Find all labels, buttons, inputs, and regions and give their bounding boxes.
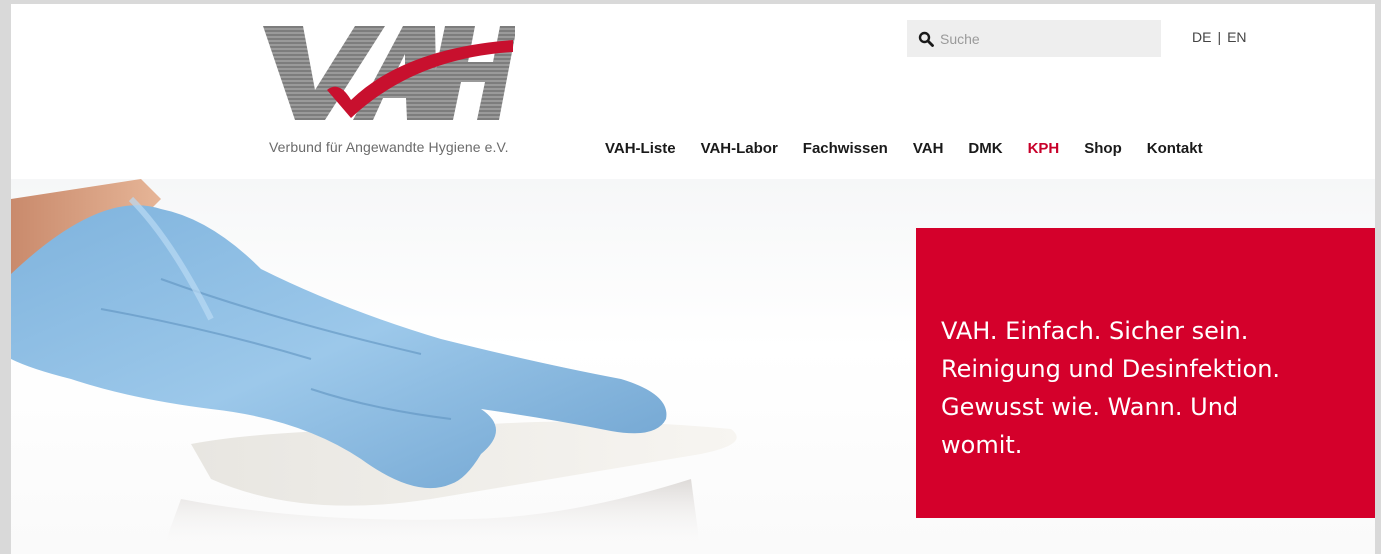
- nav-item-vah-labor[interactable]: VAH-Labor: [701, 140, 778, 157]
- lang-en-link[interactable]: EN: [1227, 29, 1246, 45]
- lang-separator: |: [1217, 29, 1222, 45]
- nav-item-vah[interactable]: VAH: [913, 140, 944, 157]
- hero-message-box: VAH. Einfach. Sicher sein. Reinigung und…: [916, 228, 1381, 518]
- nav-item-dmk[interactable]: DMK: [968, 140, 1002, 157]
- site-header: Verbund für Angewandte Hygiene e.V. DE |…: [11, 4, 1381, 179]
- lang-de-link[interactable]: DE: [1192, 29, 1211, 45]
- hero-line-4: womit.: [941, 431, 1023, 459]
- search-box[interactable]: [907, 20, 1161, 57]
- search-input[interactable]: [940, 30, 1140, 47]
- hero-line-1: VAH. Einfach. Sicher sein.: [941, 317, 1249, 345]
- nav-item-kontakt[interactable]: Kontakt: [1147, 140, 1203, 157]
- window-border: [1375, 0, 1381, 554]
- main-nav: VAH-Liste VAH-Labor Fachwissen VAH DMK K…: [605, 140, 1228, 157]
- nav-item-vah-liste[interactable]: VAH-Liste: [605, 140, 676, 157]
- vah-logo[interactable]: [255, 18, 515, 128]
- nav-item-fachwissen[interactable]: Fachwissen: [803, 140, 888, 157]
- hero-banner: VAH. Einfach. Sicher sein. Reinigung und…: [11, 179, 1381, 554]
- page-frame: Verbund für Angewandte Hygiene e.V. DE |…: [11, 4, 1381, 554]
- hero-line-2: Reinigung und Desinfektion.: [941, 355, 1281, 383]
- nav-item-kph[interactable]: KPH: [1028, 140, 1060, 157]
- search-icon[interactable]: [918, 31, 934, 47]
- nav-item-shop[interactable]: Shop: [1084, 140, 1122, 157]
- logo-tagline: Verbund für Angewandte Hygiene e.V.: [269, 139, 509, 155]
- language-switcher: DE | EN: [1192, 29, 1247, 45]
- hero-line-3: Gewusst wie. Wann. Und: [941, 393, 1239, 421]
